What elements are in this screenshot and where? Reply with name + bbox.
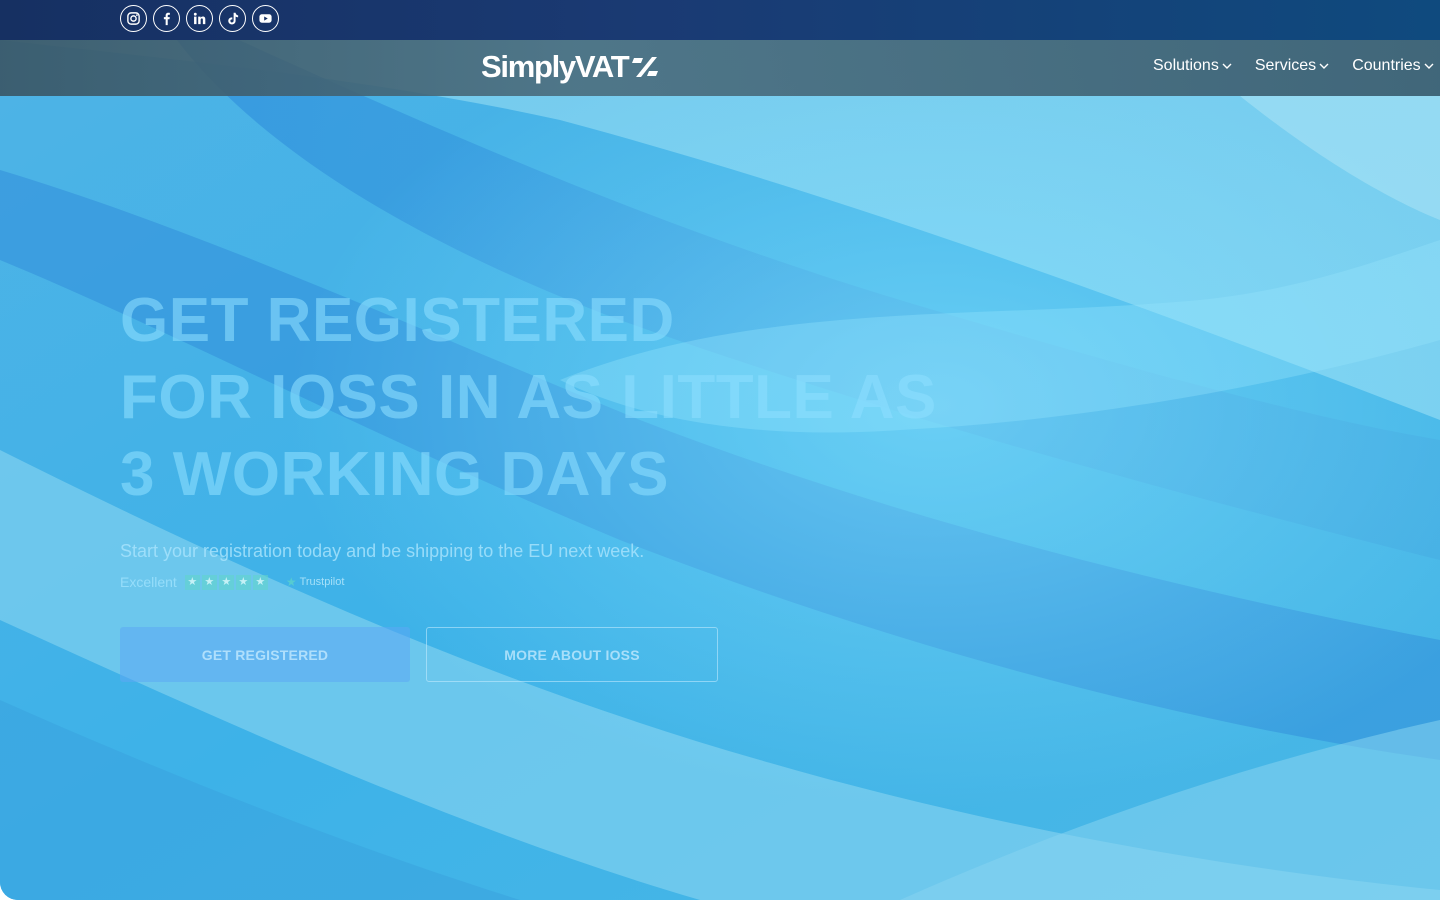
trustpilot-widget[interactable]: Excellent ★ ★ ★ ★ ★ ★ Trustpilot (120, 572, 1020, 592)
star-icon: ★ (252, 574, 268, 590)
trustpilot-star-icon: ★ (285, 575, 297, 589)
nav-countries-label: Countries (1352, 57, 1421, 74)
nav-solutions-label: Solutions (1153, 57, 1219, 74)
hero-title: GET REGISTERED FOR IOSS IN AS LITTLE AS … (120, 282, 1020, 513)
tiktok-icon (228, 12, 239, 25)
simplyvat-logo[interactable]: SimplyVAT (481, 49, 660, 85)
chevron-down-icon (1319, 63, 1329, 69)
percent-mark-icon (632, 57, 659, 77)
youtube-icon (259, 14, 272, 23)
hero-section: GET REGISTERED FOR IOSS IN AS LITTLE AS … (120, 282, 1020, 682)
facebook-icon (163, 12, 170, 26)
instagram-icon (127, 12, 140, 25)
nav-countries[interactable]: Countries (1352, 57, 1434, 75)
get-registered-button[interactable]: GET REGISTERED (120, 627, 410, 682)
nav-services[interactable]: Services (1255, 57, 1329, 75)
trustpilot-name: Trustpilot (299, 576, 345, 588)
star-icon: ★ (218, 574, 234, 590)
nav-menu: Solutions Services Countries (1153, 57, 1434, 75)
hero-title-line: GET REGISTERED (120, 286, 675, 355)
nav-solutions[interactable]: Solutions (1153, 57, 1232, 75)
star-icon: ★ (201, 574, 217, 590)
more-about-ioss-button[interactable]: MORE ABOUT IOSS (426, 627, 718, 682)
chevron-down-icon (1424, 63, 1434, 69)
top-social-bar (0, 0, 1440, 40)
youtube-link[interactable] (252, 5, 279, 32)
linkedin-link[interactable] (186, 5, 213, 32)
hero-title-line: FOR IOSS IN AS LITTLE AS (120, 363, 937, 432)
trust-stars: ★ ★ ★ ★ ★ (184, 574, 268, 590)
instagram-link[interactable] (120, 5, 147, 32)
nav-services-label: Services (1254, 57, 1317, 74)
facebook-link[interactable] (153, 5, 180, 32)
main-navigation: SimplyVAT Solutions Services Countries (0, 40, 1440, 96)
linkedin-icon (193, 12, 206, 25)
star-icon: ★ (184, 574, 200, 590)
hero-cta-group: GET REGISTERED MORE ABOUT IOSS (120, 627, 1020, 682)
hero-title-line: 3 WORKING DAYS (120, 440, 670, 509)
hero-subtitle: Start your registration today and be shi… (120, 541, 645, 561)
tiktok-link[interactable] (219, 5, 246, 32)
star-icon: ★ (235, 574, 251, 590)
trust-rating-label: Excellent (120, 574, 177, 590)
chevron-down-icon (1222, 63, 1232, 69)
logo-text: SimplyVAT (481, 49, 630, 84)
page: SimplyVAT Solutions Services Countries G… (0, 0, 1440, 900)
trustpilot-logo: ★ Trustpilot (286, 575, 345, 589)
social-links (120, 5, 279, 32)
